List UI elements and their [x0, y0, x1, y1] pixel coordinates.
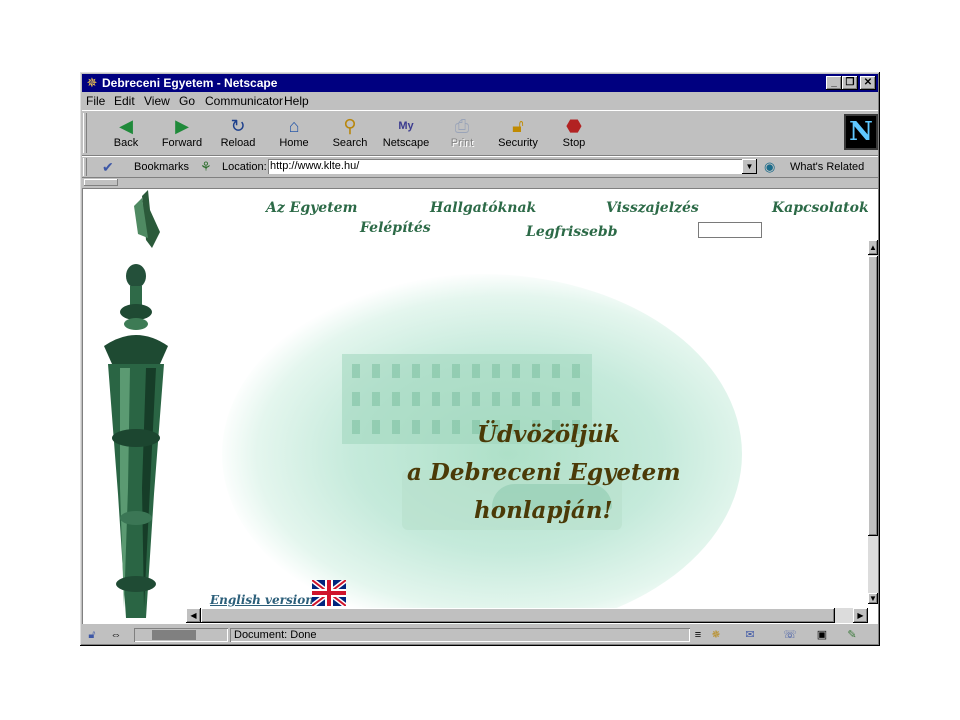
status-text: Document: Done	[230, 628, 690, 642]
scroll-left-button[interactable]: ◀	[186, 608, 201, 623]
stop-button[interactable]: ⬣ Stop	[546, 113, 602, 153]
status-bar: 🔓︎ ⇔ Document: Done ≡ ✵ ✉ ☏ ▣ ✎	[82, 626, 878, 644]
security-status-icon[interactable]: 🔓︎	[84, 629, 100, 642]
my-netscape-icon: My	[398, 120, 414, 132]
scroll-right-button[interactable]: ▶	[853, 608, 868, 623]
window-title: Debreceni Egyetem - Netscape	[102, 76, 278, 90]
horizontal-scroll-thumb[interactable]	[201, 608, 835, 623]
uk-flag-icon[interactable]	[312, 580, 346, 606]
address-book-component-icon[interactable]: ▣	[814, 629, 830, 642]
mail-component-icon[interactable]: ✉	[742, 629, 758, 642]
grip-lines-icon: ≡	[694, 629, 702, 641]
menu-edit[interactable]: Edit	[114, 94, 135, 108]
menu-communicator[interactable]: Communicator	[205, 94, 283, 108]
forward-arrow-icon: ▶	[175, 116, 189, 136]
title-bar[interactable]: ✵ Debreceni Egyetem - Netscape _ ❐ ✕	[82, 74, 878, 92]
minimize-button[interactable]: _	[826, 76, 842, 90]
page-content: Az Egyetem Hallgatóknak Visszajelzés Kap…	[82, 188, 878, 624]
location-grip[interactable]	[83, 158, 87, 176]
nav-link-hallgatoknak[interactable]: Hallgatóknak	[430, 200, 536, 216]
padlock-icon: 🔓︎	[512, 116, 524, 136]
url-dropdown-button[interactable]: ▼	[742, 159, 757, 174]
whats-related-button[interactable]: ◉ What's Related	[762, 157, 876, 177]
netscape-app-icon[interactable]: ✵	[85, 76, 99, 90]
back-button[interactable]: ◀ Back	[98, 113, 154, 153]
menu-go[interactable]: Go	[179, 94, 195, 108]
navigator-component-icon[interactable]: ✵	[708, 629, 724, 642]
print-button[interactable]: ⎙ Print	[434, 113, 490, 153]
forward-button[interactable]: ▶ Forward	[154, 113, 210, 153]
nav-link-felepites[interactable]: Felépítés	[360, 220, 431, 236]
online-status-icon[interactable]: ⇔	[104, 629, 128, 642]
search-icon: ⚲	[343, 116, 357, 136]
close-button[interactable]: ✕	[860, 76, 876, 90]
bookmarks-icon: ✔	[102, 159, 114, 175]
nav-link-az-egyetem[interactable]: Az Egyetem	[266, 200, 357, 216]
menu-help[interactable]: Help	[284, 94, 309, 108]
composer-component-icon[interactable]: ✎	[844, 629, 860, 642]
welcome-line-2: a Debreceni Egyetem	[407, 459, 681, 486]
vertical-scroll-thumb[interactable]	[868, 256, 878, 536]
bookmarks-button[interactable]: ✔ Bookmarks	[100, 157, 192, 177]
toolbar-grip[interactable]	[83, 113, 87, 153]
netscape-throbber-logo[interactable]: N	[844, 114, 878, 150]
url-input[interactable]: http://www.klte.hu/	[268, 159, 744, 174]
whats-related-icon: ◉	[764, 159, 776, 174]
maximize-button[interactable]: ❐	[842, 76, 858, 90]
nav-link-visszajelzes[interactable]: Visszajelzés	[606, 200, 699, 216]
personal-toolbar-collapsed	[82, 178, 878, 188]
collapsed-toolbar-tab[interactable]	[84, 179, 118, 186]
newsgroup-component-icon[interactable]: ☏	[782, 629, 798, 642]
reload-icon: ↻	[230, 116, 246, 136]
page-search-input[interactable]	[698, 222, 762, 238]
menu-view[interactable]: View	[144, 94, 170, 108]
printer-icon: ⎙	[454, 116, 470, 136]
menu-bar: File Edit View Go Communicator Help	[82, 92, 878, 110]
progress-bar	[134, 628, 228, 642]
home-button[interactable]: ⌂ Home	[266, 113, 322, 153]
stop-icon: ⬣	[566, 116, 582, 136]
nav-link-legfrissebb[interactable]: Legfrissebb	[526, 224, 618, 240]
security-button[interactable]: 🔓︎ Security	[490, 113, 546, 153]
scroll-up-button[interactable]: ▲	[868, 240, 878, 255]
nav-link-kapcsolatok[interactable]: Kapcsolatok	[772, 200, 869, 216]
english-version-link[interactable]: English version	[210, 593, 314, 607]
home-icon: ⌂	[288, 116, 300, 136]
navigation-toolbar: ◀ Back ▶ Forward ↻ Reload ⌂ Home ⚲ Searc…	[82, 110, 878, 156]
progress-fill	[152, 630, 196, 640]
page-proxy-icon[interactable]: ⚘	[200, 159, 212, 175]
netscape-button[interactable]: My Netscape	[378, 113, 434, 153]
search-button[interactable]: ⚲ Search	[322, 113, 378, 153]
welcome-line-3: honlapján!	[474, 497, 613, 524]
reload-button[interactable]: ↻ Reload	[210, 113, 266, 153]
university-building-image	[222, 274, 742, 624]
back-arrow-icon: ◀	[119, 116, 133, 136]
ornamental-column-image	[104, 190, 168, 618]
scroll-down-button[interactable]: ▼	[868, 593, 878, 604]
location-toolbar: ✔ Bookmarks ⚘ Location: http://www.klte.…	[82, 156, 878, 178]
browser-window: ✵ Debreceni Egyetem - Netscape _ ❐ ✕ Fil…	[80, 72, 880, 646]
location-label: Location:	[222, 161, 267, 173]
menu-file[interactable]: File	[86, 94, 105, 108]
welcome-line-1: Üdvözöljük	[477, 421, 620, 448]
